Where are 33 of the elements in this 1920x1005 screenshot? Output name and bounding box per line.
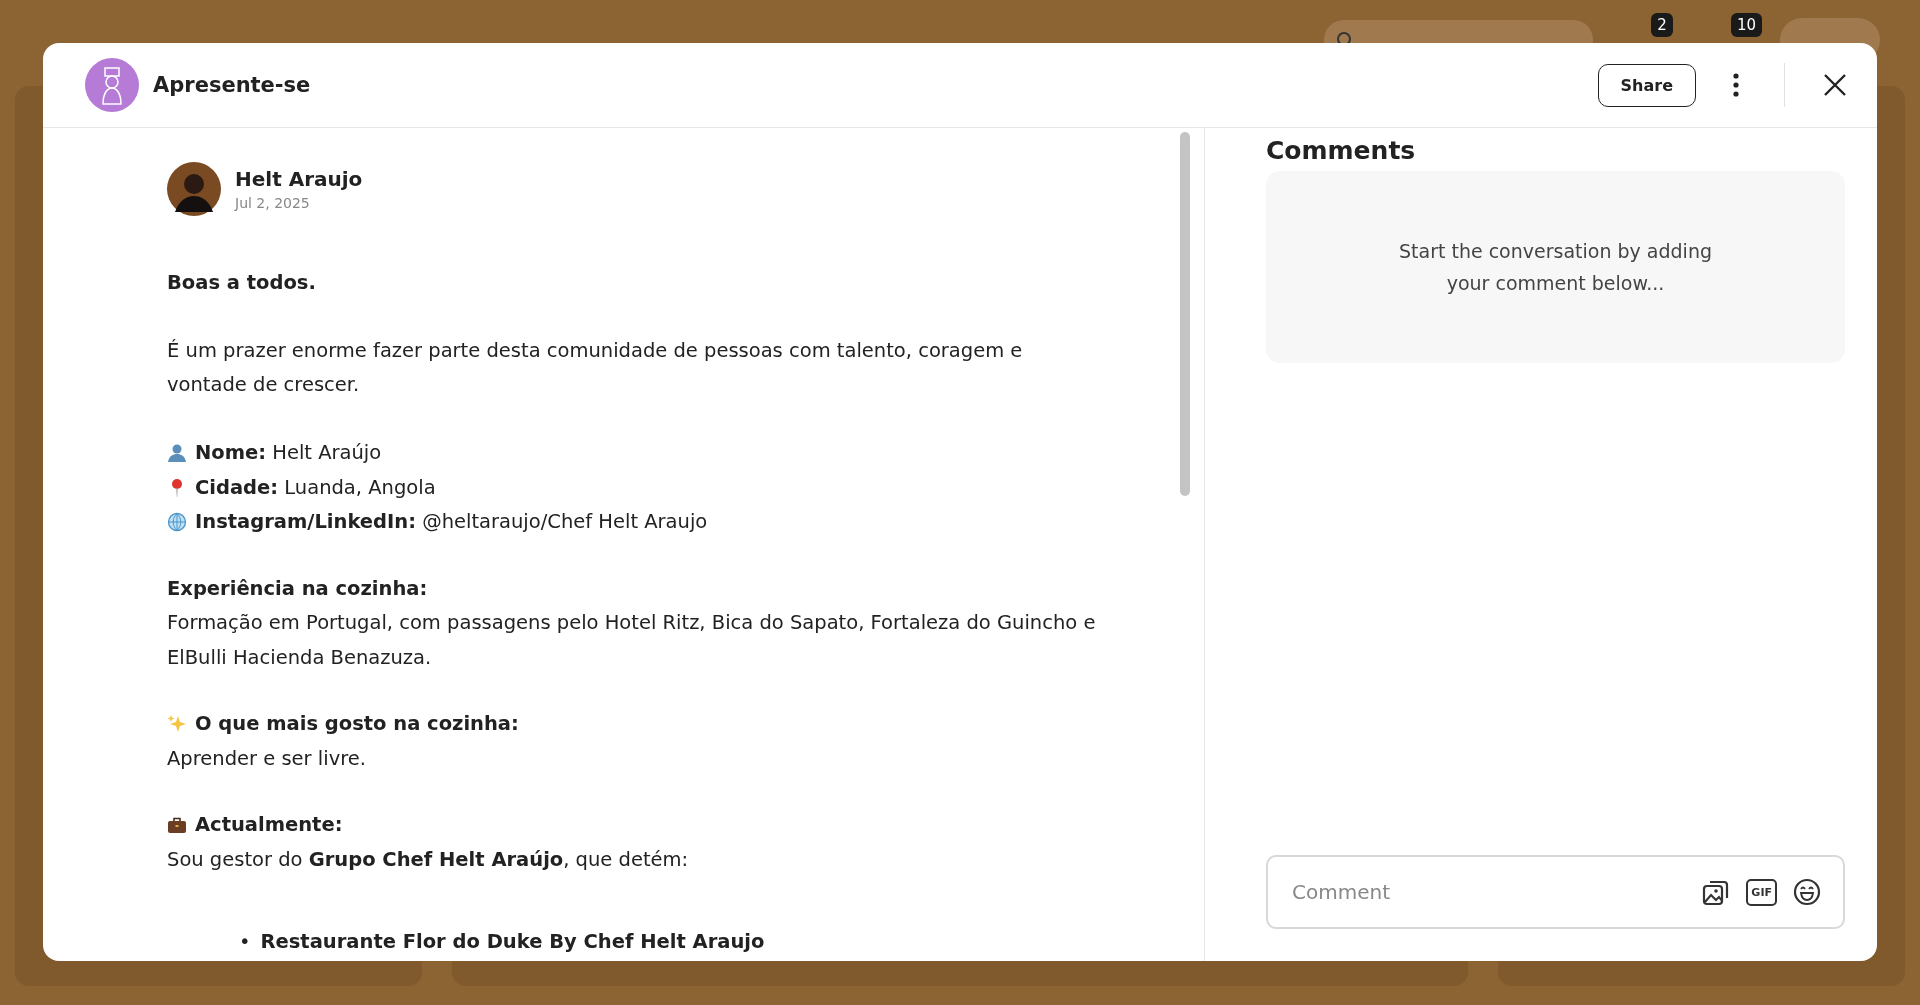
post-line: Experiência na cozinha: <box>167 575 428 602</box>
share-button[interactable]: Share <box>1597 63 1696 107</box>
post-line: Formação em Portugal, com passagens pelo Hotel Ritz, Bica do Sapato, Fortaleza do Guincho e ElBulli Hacienda Benazuza. <box>167 610 1097 671</box>
image-icon[interactable] <box>1702 878 1731 906</box>
post-line: O que mais gosto na cozinha: <box>195 711 519 737</box>
emoji-icon[interactable] <box>1793 878 1821 906</box>
post-line: Aprender e ser livre. <box>167 745 366 772</box>
bullet-marker: • <box>239 929 251 955</box>
author-avatar <box>167 162 221 216</box>
close-icon[interactable] <box>1823 73 1847 97</box>
person-icon <box>167 443 187 464</box>
gif-button[interactable]: GIF <box>1746 878 1777 906</box>
scrollbar-thumb[interactable] <box>1180 132 1190 496</box>
post-paragraph: É um prazer enorme fazer parte desta comunidade de pessoas com talento, coragem e vontade de crescer. <box>167 338 1024 398</box>
notification-badge: 10 <box>1730 13 1762 37</box>
more-icon[interactable] <box>1732 72 1740 98</box>
post-line: Nome: Helt Araújo <box>195 440 382 466</box>
post-line: Sou gestor do Grupo Chef Helt Araújo, que detém: <box>167 846 689 873</box>
dialog-title: Apresente-se <box>153 73 311 97</box>
post-line: Instagram/LinkedIn: @heltaraujo/Chef Helt Araujo <box>195 509 708 535</box>
globe-icon <box>167 512 187 533</box>
empty-message: Start the conversation by adding your comment below... <box>1398 239 1713 296</box>
post-line: Cidade: Luanda, Angola <box>195 474 436 501</box>
comment-field[interactable]: Comment GIF <box>1266 855 1845 929</box>
post-line: Actualmente: <box>195 812 343 838</box>
author-name[interactable]: Helt Araujo <box>235 167 363 191</box>
post-date: Jul 2, 2025 <box>235 195 311 211</box>
comments-heading: Comments <box>1266 136 1417 165</box>
notification-badge: 2 <box>1651 13 1673 37</box>
post-paragraph: Boas a todos. <box>167 270 317 296</box>
list-item: Restaurante Flor do Duke By Chef Helt Araujo <box>260 929 765 955</box>
chef-avatar-icon <box>85 58 139 112</box>
briefcase-icon <box>167 815 187 836</box>
